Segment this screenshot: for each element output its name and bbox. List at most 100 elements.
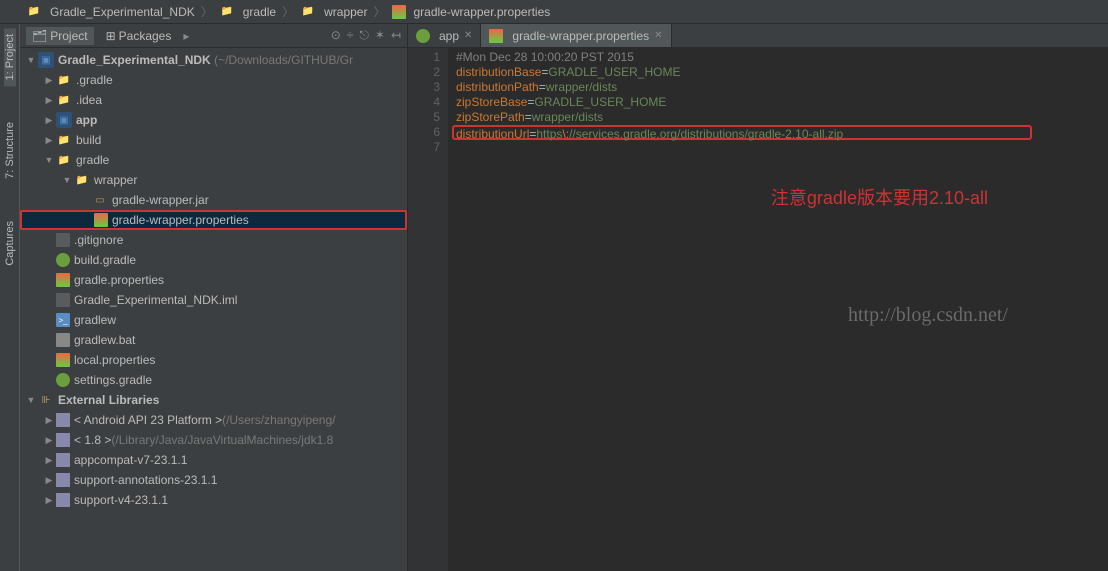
tree-label: gradlew — [74, 313, 116, 327]
properties-file-icon — [94, 213, 108, 227]
tree-row[interactable]: ▶ support-annotations-23.1.1 — [20, 470, 407, 490]
tree-label: gradle — [76, 153, 109, 167]
structure-tool-button[interactable]: 7: Structure — [4, 116, 16, 185]
editor-tab-app[interactable]: app✕ — [408, 24, 481, 47]
captures-tool-button[interactable]: Captures — [4, 215, 16, 272]
tree-row[interactable]: gradle.properties — [20, 270, 407, 290]
properties-file-icon — [56, 273, 70, 287]
expand-arrow-icon[interactable]: ▼ — [60, 175, 74, 185]
expand-arrow-icon[interactable]: ▶ — [42, 495, 56, 506]
expand-arrow-icon[interactable]: ▼ — [24, 55, 38, 65]
tree-root[interactable]: ▼▣Gradle_Experimental_NDK (~/Downloads/G… — [20, 50, 407, 70]
tree-label: gradlew.bat — [74, 333, 135, 347]
tree-row[interactable]: .gitignore — [20, 230, 407, 250]
code-line[interactable]: zipStoreBase=GRADLE_USER_HOME — [456, 95, 1108, 110]
project-tab[interactable]: 🗂Project — [26, 27, 94, 45]
project-tree[interactable]: ▼▣Gradle_Experimental_NDK (~/Downloads/G… — [20, 48, 407, 571]
expand-arrow-icon[interactable]: ▼ — [42, 155, 56, 165]
tree-row[interactable]: ▶▣ app — [20, 110, 407, 130]
tree-label: build.gradle — [74, 253, 136, 267]
tree-row[interactable]: settings.gradle — [20, 370, 407, 390]
module-icon: ▣ — [38, 52, 54, 68]
tree-row[interactable]: ▶ < Android API 23 Platform > (/Users/zha… — [20, 410, 407, 430]
code-line[interactable] — [456, 140, 1108, 155]
editor-area: app✕ gradle-wrapper.properties✕ 1234567 … — [408, 24, 1108, 571]
tree-row[interactable]: gradle-wrapper.properties — [20, 210, 407, 230]
code-line[interactable]: distributionBase=GRADLE_USER_HOME — [456, 65, 1108, 80]
code-line[interactable]: distributionPath=wrapper/dists — [456, 80, 1108, 95]
breadcrumb-item[interactable]: 📁gradle — [213, 4, 282, 20]
chevron-icon: 〉 — [201, 3, 213, 20]
tree-label: < Android API 23 Platform > — [74, 413, 222, 427]
external-libraries[interactable]: ▼⊪External Libraries — [20, 390, 407, 410]
tree-label: support-annotations-23.1.1 — [74, 473, 217, 487]
tree-row[interactable]: ▭gradle-wrapper.jar — [20, 190, 407, 210]
expand-arrow-icon[interactable]: ▶ — [42, 435, 56, 446]
chevron-icon[interactable]: ▸ — [183, 29, 189, 43]
tree-row[interactable]: >_ gradlew — [20, 310, 407, 330]
module-icon: ▣ — [56, 112, 72, 128]
breadcrumb-item[interactable]: gradle-wrapper.properties — [386, 5, 557, 19]
gear-icon[interactable]: ✶ — [375, 28, 385, 43]
project-tool-button[interactable]: 1: Project — [4, 28, 16, 86]
tree-row[interactable]: ▶📁build — [20, 130, 407, 150]
jar-icon: ▭ — [92, 192, 108, 208]
expand-arrow-icon[interactable]: ▶ — [42, 75, 56, 86]
tree-row[interactable]: ▼📁 gradle — [20, 150, 407, 170]
expand-arrow-icon[interactable]: ▶ — [42, 115, 56, 126]
tree-row[interactable]: ▼📁wrapper — [20, 170, 407, 190]
tree-row[interactable]: Gradle_Experimental_NDK.iml — [20, 290, 407, 310]
expand-arrow-icon[interactable]: ▶ — [42, 455, 56, 466]
tree-label: support-v4-23.1.1 — [74, 493, 168, 507]
expand-arrow-icon[interactable]: ▼ — [24, 395, 38, 405]
collapse-icon[interactable]: ⊙ — [331, 28, 341, 43]
properties-file-icon — [392, 5, 406, 19]
breadcrumb-item[interactable]: 📁wrapper — [294, 4, 373, 20]
code-line[interactable]: #Mon Dec 28 10:00:20 PST 2015 — [456, 50, 1108, 65]
tree-row[interactable]: gradlew.bat — [20, 330, 407, 350]
project-icon: 🗂 — [32, 29, 47, 43]
hide-icon[interactable]: ↤ — [391, 28, 401, 43]
folder-icon: 📁 — [219, 4, 235, 20]
chevron-icon: 〉 — [373, 3, 385, 20]
expand-arrow-icon[interactable]: ▶ — [42, 135, 56, 146]
line-gutter: 1234567 — [408, 48, 448, 571]
tree-label: app — [76, 113, 97, 127]
expand-arrow-icon[interactable]: ▶ — [42, 95, 56, 106]
shell-icon: >_ — [56, 313, 70, 327]
autoscroll-icon[interactable]: ⎋ — [359, 28, 369, 43]
divider-icon[interactable]: ÷ — [347, 28, 354, 43]
tree-row[interactable]: local.properties — [20, 350, 407, 370]
code-content[interactable]: #Mon Dec 28 10:00:20 PST 2015distributio… — [448, 48, 1108, 571]
tree-label: gradle-wrapper.properties — [112, 213, 249, 227]
tree-row[interactable]: ▶ appcompat-v7-23.1.1 — [20, 450, 407, 470]
close-icon[interactable]: ✕ — [654, 30, 662, 41]
packages-tab[interactable]: ⊞Packages — [100, 27, 178, 45]
folder-icon: 📁 — [56, 152, 72, 168]
tree-row[interactable]: ▶< 1.8 > (/Library/Java/JavaVirtualMachi… — [20, 430, 407, 450]
properties-file-icon — [489, 29, 503, 43]
tree-row[interactable]: build.gradle — [20, 250, 407, 270]
folder-icon: 📁 — [56, 92, 72, 108]
folder-icon: 📁 — [26, 4, 42, 20]
tree-row[interactable]: ▶📁.idea — [20, 90, 407, 110]
tree-label: appcompat-v7-23.1.1 — [74, 453, 187, 467]
file-icon — [56, 233, 70, 247]
file-icon — [56, 293, 70, 307]
tree-row[interactable]: ▶📁.gradle — [20, 70, 407, 90]
editor-tab-properties[interactable]: gradle-wrapper.properties✕ — [481, 24, 671, 47]
tree-row[interactable]: ▶ support-v4-23.1.1 — [20, 490, 407, 510]
left-tool-rail: 1: Project 7: Structure Captures — [0, 24, 20, 571]
code-line[interactable]: zipStorePath=wrapper/dists — [456, 110, 1108, 125]
breadcrumb-item[interactable]: 📁Gradle_Experimental_NDK — [20, 4, 201, 20]
gradle-icon — [56, 253, 70, 267]
library-icon — [56, 493, 70, 507]
code-line[interactable]: distributionUrl=https\://services.gradle… — [452, 125, 1032, 140]
editor-tabs: app✕ gradle-wrapper.properties✕ — [408, 24, 1108, 48]
close-icon[interactable]: ✕ — [464, 30, 472, 41]
expand-arrow-icon[interactable]: ▶ — [42, 475, 56, 486]
packages-icon: ⊞ — [106, 29, 116, 43]
tree-label: wrapper — [94, 173, 137, 187]
expand-arrow-icon[interactable]: ▶ — [42, 415, 56, 426]
tree-path: (/Users/zhangyipeng/ — [222, 413, 335, 427]
